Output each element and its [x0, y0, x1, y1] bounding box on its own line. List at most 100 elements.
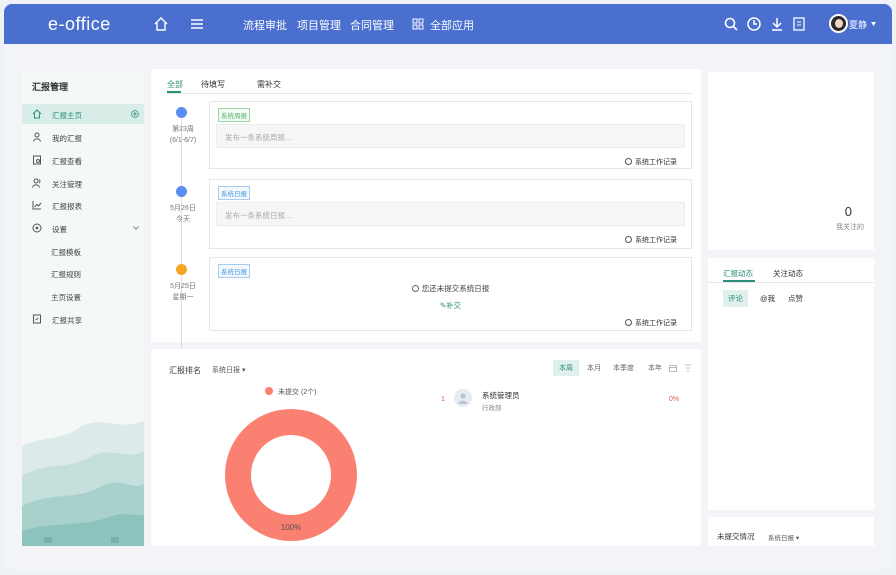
- home-icon: [32, 109, 42, 119]
- report-input[interactable]: 发布一条系统日报...: [216, 202, 685, 226]
- report-input[interactable]: 发布一条系统周报...: [216, 124, 685, 148]
- tab-pending[interactable]: 待填写: [201, 79, 225, 90]
- ranked-user-name: 系统管理员: [482, 391, 520, 400]
- nav-project-management[interactable]: 项目管理: [297, 17, 341, 33]
- sidebar-subitem-report-template[interactable]: 汇报模板: [51, 247, 81, 258]
- calendar-icon[interactable]: [669, 364, 677, 372]
- period-this-year[interactable]: 本年: [648, 363, 662, 373]
- follow-summary-card: 0 我关注的: [708, 72, 874, 250]
- collapse-icon[interactable]: [111, 537, 119, 543]
- sidebar-item-settings[interactable]: 设置: [22, 218, 144, 238]
- top-navigation-bar: e-office 流程审批 项目管理 合同管理 全部应用 夏静: [4, 4, 892, 44]
- user-avatar[interactable]: [829, 14, 848, 33]
- filter-likes[interactable]: 点赞: [788, 293, 803, 304]
- system-work-log-link[interactable]: 系统工作记录: [625, 157, 677, 167]
- entry-date-line: (6/1-6/7): [169, 137, 197, 144]
- sidebar-item-follow-management[interactable]: 关注管理: [22, 173, 144, 193]
- sidebar-subitem-report-rules[interactable]: 汇报规则: [51, 269, 81, 280]
- report-type-tag: 系统周报: [218, 108, 250, 122]
- chevron-down-icon[interactable]: [871, 22, 876, 26]
- follow-count: 0: [844, 204, 852, 219]
- nav-all-apps[interactable]: 全部应用: [430, 17, 474, 33]
- search-icon[interactable]: [723, 16, 739, 32]
- user-icon: [458, 393, 468, 404]
- donut-chart: 100%: [225, 409, 357, 541]
- nav-workflow-approval[interactable]: 流程审批: [243, 17, 287, 33]
- tab-report-activity[interactable]: 汇报动态: [723, 268, 753, 279]
- filter-mentions[interactable]: @我: [760, 293, 775, 304]
- tab-follow-activity[interactable]: 关注动态: [773, 268, 803, 279]
- legend-swatch: [265, 387, 273, 395]
- timeline-line: [181, 119, 182, 349]
- sidebar-item-label: 我的汇报: [52, 134, 82, 143]
- tab-resubmit[interactable]: 需补交: [257, 79, 281, 90]
- report-type-value: 系统日报: [212, 367, 240, 374]
- period-this-week[interactable]: 本周: [553, 360, 579, 376]
- sidebar: 汇报管理 汇报主页 我的汇报 汇报查看 关注管理 汇报报表 设置 汇报模板 汇报…: [22, 72, 144, 546]
- filter-icon[interactable]: [684, 364, 692, 372]
- resubmit-button[interactable]: ✎补交: [210, 300, 691, 311]
- clock-icon[interactable]: [746, 16, 762, 32]
- unsubmitted-type-select[interactable]: 系统日报 ▾: [768, 532, 799, 542]
- sidebar-item-label: 汇报共享: [52, 316, 82, 325]
- unsubmitted-title: 未提交情况: [717, 532, 755, 541]
- sidebar-item-report-statistics[interactable]: 汇报报表: [22, 195, 144, 215]
- list-icon[interactable]: [44, 537, 52, 543]
- chevron-down-icon[interactable]: [133, 226, 139, 230]
- entry-date-line: 第23周: [172, 126, 194, 133]
- document-icon[interactable]: [791, 16, 807, 32]
- report-entry-missed: 系统日报 您还未提交系统日报 ✎补交 系统工作记录: [209, 257, 692, 331]
- system-work-log-label: 系统工作记录: [635, 320, 677, 327]
- caret-down-icon: ▾: [241, 367, 246, 374]
- sidebar-item-label: 设置: [52, 225, 67, 234]
- users-icon: [32, 178, 41, 188]
- system-work-log-link[interactable]: 系统工作记录: [625, 235, 677, 245]
- grid-icon[interactable]: [412, 18, 424, 30]
- user-name[interactable]: 夏静: [849, 18, 867, 31]
- nav-contract-management[interactable]: 合同管理: [350, 17, 394, 33]
- ranked-user-percent: 0%: [669, 396, 680, 403]
- report-feed-card: 全部 待填写 需补交 第23周 (6/1-6/7) 系统周报 发布一条系统周报.…: [151, 69, 701, 349]
- system-work-log-label: 系统工作记录: [635, 159, 677, 166]
- sidebar-item-report-view[interactable]: 汇报查看: [22, 150, 144, 170]
- report-ranking-card: 汇报排名 系统日报 ▾ 本周 本月 本季度 本年 未提交 (2个) 100% 1…: [151, 349, 701, 546]
- not-submitted-text: 您还未提交系统日报: [421, 284, 490, 293]
- entry-date: 第23周 (6/1-6/7): [165, 124, 201, 146]
- timeline-dot: [176, 186, 187, 197]
- user-icon: [33, 132, 41, 142]
- settings-icon: [32, 223, 42, 233]
- filter-comments[interactable]: 评论: [723, 290, 748, 307]
- sidebar-item-label: 汇报主页: [52, 111, 82, 120]
- follow-label: 我关注的: [836, 224, 864, 231]
- system-work-log-link[interactable]: 系统工作记录: [625, 318, 677, 328]
- user-avatar: [454, 389, 472, 407]
- unsubmitted-card: 未提交情况 系统日报 ▾: [708, 517, 874, 546]
- sidebar-subitem-homepage-settings[interactable]: 主页设置: [51, 292, 81, 303]
- system-work-log-label: 系统工作记录: [635, 237, 677, 244]
- home-icon[interactable]: [153, 16, 169, 32]
- ranking-title: 汇报排名: [169, 366, 201, 375]
- tab-all[interactable]: 全部: [167, 79, 183, 90]
- download-icon[interactable]: [769, 16, 785, 32]
- donut-slice: [225, 409, 357, 541]
- entry-date-line: 5月26日: [170, 205, 196, 212]
- donut-percent-label: 100%: [281, 523, 301, 532]
- sidebar-item-my-reports[interactable]: 我的汇报: [22, 127, 144, 147]
- timeline-dot: [176, 264, 187, 275]
- add-icon[interactable]: [131, 110, 139, 118]
- menu-icon[interactable]: [189, 16, 205, 32]
- report-type-tag: 系统日报: [218, 264, 250, 278]
- period-this-quarter[interactable]: 本季度: [613, 363, 634, 373]
- not-submitted-notice: 您还未提交系统日报: [210, 283, 691, 294]
- sidebar-item-report-home[interactable]: 汇报主页: [22, 104, 144, 124]
- entry-date-line: 5月25日: [170, 283, 196, 290]
- entry-date: 5月26日 今天: [165, 203, 201, 225]
- app-logo[interactable]: e-office: [48, 14, 111, 35]
- period-this-month[interactable]: 本月: [587, 363, 601, 373]
- sidebar-item-label: 汇报查看: [52, 157, 82, 166]
- sidebar-item-report-sharing[interactable]: 汇报共享: [22, 309, 144, 329]
- clock-icon: [625, 319, 632, 326]
- info-icon: [411, 285, 419, 292]
- report-type-select[interactable]: 系统日报 ▾: [212, 365, 245, 375]
- activity-card: 汇报动态 关注动态 评论 @我 点赞: [708, 258, 874, 510]
